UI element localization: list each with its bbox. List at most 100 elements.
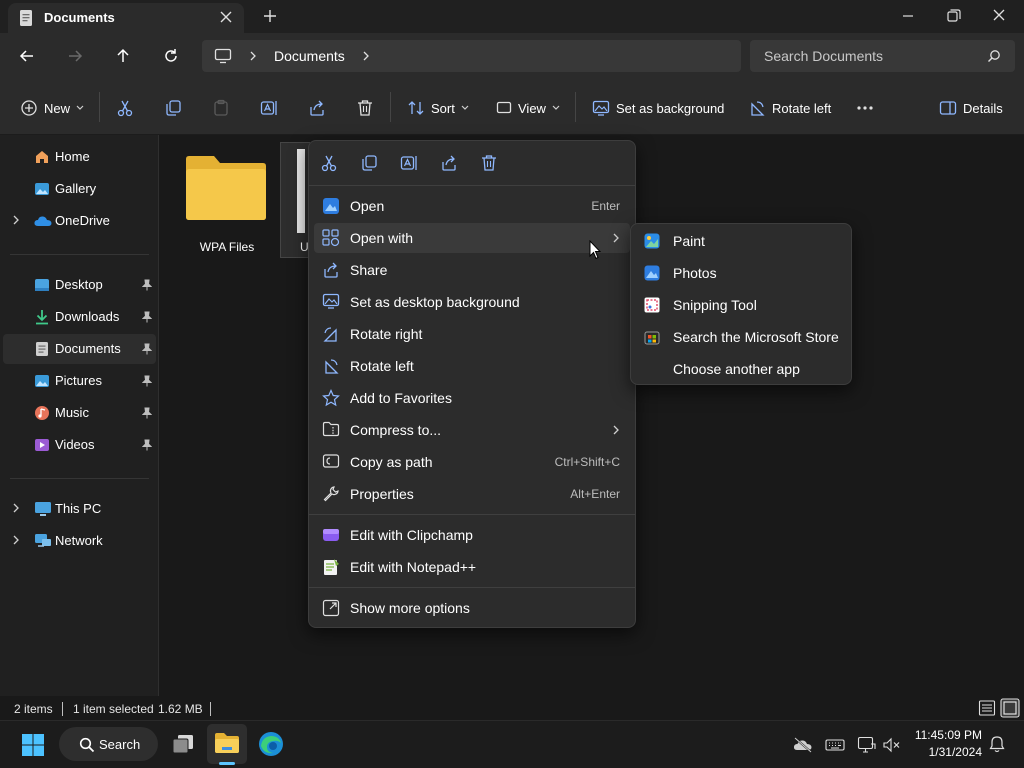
restore-button[interactable] — [941, 6, 965, 26]
paste-button[interactable] — [212, 98, 230, 118]
close-tab-icon[interactable] — [218, 9, 234, 25]
notification-bell-icon[interactable] — [989, 735, 1005, 753]
menu-item-edit-with-clipchamp[interactable]: Edit with Clipchamp — [314, 520, 630, 550]
close-window-button[interactable] — [987, 6, 1011, 26]
rename-icon[interactable] — [400, 154, 422, 172]
share-icon[interactable] — [440, 154, 462, 172]
new-tab-button[interactable] — [262, 8, 278, 24]
view-button[interactable]: View — [496, 98, 560, 118]
display-project-icon[interactable] — [857, 736, 877, 754]
tab-documents[interactable]: Documents — [8, 3, 244, 33]
toolbar-divider — [390, 92, 391, 122]
chevron-right-icon[interactable] — [12, 215, 20, 225]
sort-icon — [408, 101, 424, 115]
cut-icon — [117, 100, 133, 117]
submenu-item-paint[interactable]: Paint — [636, 226, 846, 256]
chevron-right-icon[interactable] — [12, 503, 20, 513]
cut-button[interactable] — [116, 98, 134, 118]
taskbar-search-label[interactable]: Search — [99, 737, 140, 752]
menu-item-set-desktop-background[interactable]: Set as desktop background — [314, 287, 630, 317]
menu-item-rotate-right[interactable]: Rotate right — [314, 319, 630, 349]
clock-date[interactable]: 1/31/2024 — [900, 745, 982, 759]
onedrive-icon — [34, 215, 52, 227]
clipchamp-icon — [322, 526, 340, 544]
documents-tab-icon — [18, 9, 34, 27]
pin-icon[interactable] — [142, 343, 152, 355]
sidebar-item-network[interactable]: Network — [3, 526, 156, 556]
details-pane-icon — [939, 101, 957, 115]
sidebar-item-gallery[interactable]: Gallery — [3, 174, 156, 204]
refresh-button[interactable] — [161, 46, 181, 66]
menu-item-share[interactable]: Share — [314, 255, 630, 285]
edge-browser-icon[interactable] — [258, 731, 284, 757]
more-options-button[interactable] — [856, 98, 874, 118]
pin-icon[interactable] — [142, 311, 152, 323]
menu-item-compress-to[interactable]: Compress to... — [314, 415, 630, 445]
task-view-icon[interactable] — [171, 733, 195, 755]
sidebar-item-home[interactable]: Home — [3, 142, 156, 172]
sidebar-item-onedrive[interactable]: OneDrive — [3, 206, 156, 236]
selection-status: 1 item selected — [73, 702, 154, 716]
file-explorer-icon[interactable] — [214, 732, 240, 754]
search-icon[interactable] — [79, 737, 95, 753]
details-view-icon[interactable] — [978, 699, 996, 717]
sidebar-item-this-pc[interactable]: This PC — [3, 494, 156, 524]
clock-time[interactable]: 11:45:09 PM — [900, 728, 982, 742]
sidebar-item-downloads[interactable]: Downloads — [3, 302, 156, 332]
onedrive-offline-icon[interactable] — [793, 737, 813, 753]
sidebar-item-documents[interactable]: Documents — [3, 334, 156, 364]
share-button[interactable] — [308, 98, 326, 118]
menu-item-open[interactable]: Open Enter — [314, 191, 630, 221]
sidebar-item-videos[interactable]: Videos — [3, 430, 156, 460]
folder-name[interactable]: WPA Files — [182, 240, 272, 254]
minimize-button[interactable] — [896, 6, 920, 26]
keyboard-icon[interactable] — [825, 737, 845, 753]
menu-item-rotate-left[interactable]: Rotate left — [314, 351, 630, 381]
menu-item-edit-with-notepad-plus-plus[interactable]: Edit with Notepad++ — [314, 552, 630, 582]
sidebar-item-music[interactable]: Music — [3, 398, 156, 428]
volume-muted-icon[interactable] — [882, 736, 902, 754]
pin-icon[interactable] — [142, 407, 152, 419]
sidebar-item-pictures[interactable]: Pictures — [3, 366, 156, 396]
copy-button[interactable] — [164, 98, 182, 118]
delete-button[interactable] — [356, 98, 374, 118]
copy-icon[interactable] — [360, 154, 382, 172]
sort-button[interactable]: Sort — [407, 98, 469, 118]
chevron-right-icon[interactable] — [361, 50, 371, 62]
this-pc-address-icon[interactable] — [214, 48, 232, 64]
address-location[interactable]: Documents — [274, 48, 345, 64]
menu-item-show-more-options[interactable]: Show more options — [314, 593, 630, 623]
cut-icon[interactable] — [320, 154, 342, 172]
new-button[interactable]: New — [20, 98, 84, 118]
chevron-right-icon[interactable] — [12, 535, 20, 545]
menu-item-properties[interactable]: Properties Alt+Enter — [314, 479, 630, 509]
folder-icon[interactable] — [184, 155, 268, 221]
pin-icon[interactable] — [142, 439, 152, 451]
sidebar-item-desktop[interactable]: Desktop — [3, 270, 156, 300]
forward-button[interactable] — [65, 46, 85, 66]
submenu-item-photos[interactable]: Photos — [636, 258, 846, 288]
menu-item-open-with[interactable]: Open with — [314, 223, 630, 253]
rotate-left-button[interactable]: Rotate left — [748, 98, 831, 118]
submenu-item-snipping-tool[interactable]: Snipping Tool — [636, 290, 846, 320]
back-button[interactable] — [17, 46, 37, 66]
set-as-background-button[interactable]: Set as background — [592, 98, 724, 118]
snipping-tool-icon — [644, 297, 660, 313]
details-button[interactable]: Details — [939, 98, 1003, 118]
rename-icon — [260, 101, 277, 115]
pin-icon[interactable] — [142, 279, 152, 291]
submenu-item-choose-another-app[interactable]: Choose another app — [636, 354, 846, 384]
tiles-view-icon[interactable] — [1000, 698, 1020, 718]
menu-item-add-to-favorites[interactable]: Add to Favorites — [314, 383, 630, 413]
trash-icon[interactable] — [480, 154, 502, 172]
pin-icon[interactable] — [142, 375, 152, 387]
search-icon[interactable] — [987, 49, 1001, 63]
submenu-item-search-microsoft-store[interactable]: Search the Microsoft Store — [636, 322, 846, 352]
trash-icon — [358, 100, 372, 116]
up-button[interactable] — [113, 46, 133, 66]
start-button[interactable] — [21, 733, 45, 757]
menu-item-copy-as-path[interactable]: Copy as path Ctrl+Shift+C — [314, 447, 630, 477]
search-input[interactable]: Search Documents — [764, 48, 883, 64]
chevron-right-icon[interactable] — [248, 50, 258, 62]
rename-button[interactable] — [260, 98, 278, 118]
